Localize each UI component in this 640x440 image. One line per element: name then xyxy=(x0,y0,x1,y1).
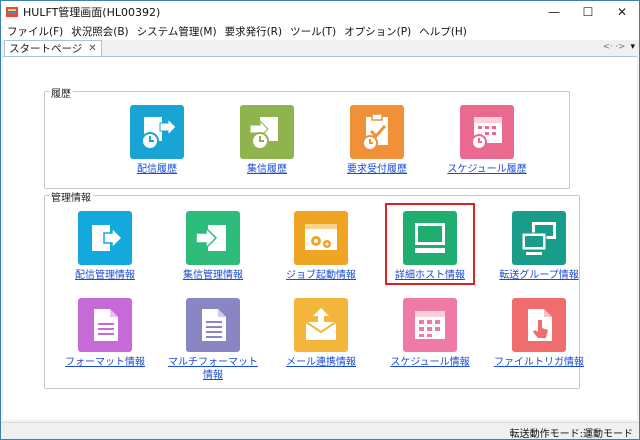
job-start-icon[interactable] xyxy=(294,211,348,265)
menu-options[interactable]: オプション(P) xyxy=(340,24,415,39)
mail-item[interactable]: メール連携情報 xyxy=(271,298,371,369)
format-label[interactable]: フォーマット情報 xyxy=(55,356,155,369)
tab-list-icon[interactable]: ▾ xyxy=(630,42,635,52)
schedule-label[interactable]: スケジュール情報 xyxy=(380,356,480,369)
multi-format-label-line1: マルチフォーマット xyxy=(168,357,258,368)
close-button[interactable]: ✕ xyxy=(605,1,639,22)
menu-file[interactable]: ファイル(F) xyxy=(3,24,67,39)
tab-start-page[interactable]: スタートページ ✕ xyxy=(4,40,102,56)
schedule-history-icon[interactable] xyxy=(460,105,514,159)
schedule-icon[interactable] xyxy=(403,298,457,352)
mail-label[interactable]: メール連携情報 xyxy=(271,356,371,369)
receive-history-label[interactable]: 集信履歴 xyxy=(217,163,317,176)
receive-management-label[interactable]: 集信管理情報 xyxy=(163,269,263,282)
tab-close-icon[interactable]: ✕ xyxy=(88,43,96,54)
file-trigger-icon[interactable] xyxy=(512,298,566,352)
format-icon[interactable] xyxy=(78,298,132,352)
multi-format-item[interactable]: マルチフォーマット 情報 xyxy=(163,298,263,382)
transfer-group-icon[interactable] xyxy=(512,211,566,265)
send-history-icon[interactable] xyxy=(130,105,184,159)
send-management-icon[interactable] xyxy=(78,211,132,265)
status-bar: 転送動作モード:運動モード xyxy=(1,422,639,440)
receive-management-icon[interactable] xyxy=(186,211,240,265)
management-group-label: 管理情報 xyxy=(49,189,93,204)
minimize-button[interactable]: — xyxy=(537,1,571,22)
receive-history-item[interactable]: 集信履歴 xyxy=(217,105,317,176)
menu-request[interactable]: 要求発行(R) xyxy=(221,24,287,39)
maximize-button[interactable]: ☐ xyxy=(571,1,605,22)
multi-format-icon[interactable] xyxy=(186,298,240,352)
schedule-history-item[interactable]: スケジュール履歴 xyxy=(437,105,537,176)
multi-format-label[interactable]: マルチフォーマット 情報 xyxy=(163,356,263,382)
tab-next-icon[interactable]: ·> xyxy=(615,42,625,52)
send-management-item[interactable]: 配信管理情報 xyxy=(55,211,155,282)
menu-system[interactable]: システム管理(M) xyxy=(133,24,221,39)
transfer-group-label[interactable]: 転送グループ情報 xyxy=(489,269,589,282)
menu-status[interactable]: 状況照会(B) xyxy=(67,24,132,39)
menu-tools[interactable]: ツール(T) xyxy=(286,24,340,39)
receive-management-item[interactable]: 集信管理情報 xyxy=(163,211,263,282)
format-item[interactable]: フォーマット情報 xyxy=(55,298,155,369)
schedule-item[interactable]: スケジュール情報 xyxy=(380,298,480,369)
menu-help[interactable]: ヘルプ(H) xyxy=(415,24,471,39)
mail-icon[interactable] xyxy=(294,298,348,352)
transfer-group-item[interactable]: 転送グループ情報 xyxy=(489,211,589,282)
job-start-item[interactable]: ジョブ起動情報 xyxy=(271,211,371,282)
title-bar: HULFT管理画面(HL00392) — ☐ ✕ xyxy=(1,1,639,22)
window-title: HULFT管理画面(HL00392) xyxy=(23,5,161,19)
request-history-item[interactable]: 要求受付履歴 xyxy=(327,105,427,176)
send-history-label[interactable]: 配信履歴 xyxy=(107,163,207,176)
selection-highlight xyxy=(385,203,475,285)
app-logo-icon xyxy=(6,6,18,17)
tab-bar: スタートページ ✕ <· ·> ▾ xyxy=(1,40,639,56)
menu-bar: ファイル(F) 状況照会(B) システム管理(M) 要求発行(R) ツール(T)… xyxy=(1,22,639,40)
status-text: 転送動作モード:運動モード xyxy=(509,429,633,440)
history-group-label: 履歴 xyxy=(49,85,73,100)
file-trigger-item[interactable]: ファイルトリガ情報 xyxy=(489,298,589,369)
multi-format-label-line2: 情報 xyxy=(203,370,223,381)
request-history-label[interactable]: 要求受付履歴 xyxy=(327,163,427,176)
file-trigger-label[interactable]: ファイルトリガ情報 xyxy=(489,356,589,369)
tab-navigation: <· ·> ▾ xyxy=(603,42,635,52)
schedule-history-label[interactable]: スケジュール履歴 xyxy=(437,163,537,176)
receive-history-icon[interactable] xyxy=(240,105,294,159)
tab-prev-icon[interactable]: <· xyxy=(603,42,613,52)
job-start-label[interactable]: ジョブ起動情報 xyxy=(271,269,371,282)
request-history-icon[interactable] xyxy=(350,105,404,159)
send-history-item[interactable]: 配信履歴 xyxy=(107,105,207,176)
tab-label: スタートページ xyxy=(9,43,83,55)
app-window: HULFT管理画面(HL00392) — ☐ ✕ ファイル(F) 状況照会(B)… xyxy=(0,0,640,440)
start-page-content: 履歴 配信履歴 集信履歴 要求受付履歴 スケジュール履歴 管理情報 配信管理情報… xyxy=(3,56,637,420)
send-management-label[interactable]: 配信管理情報 xyxy=(55,269,155,282)
